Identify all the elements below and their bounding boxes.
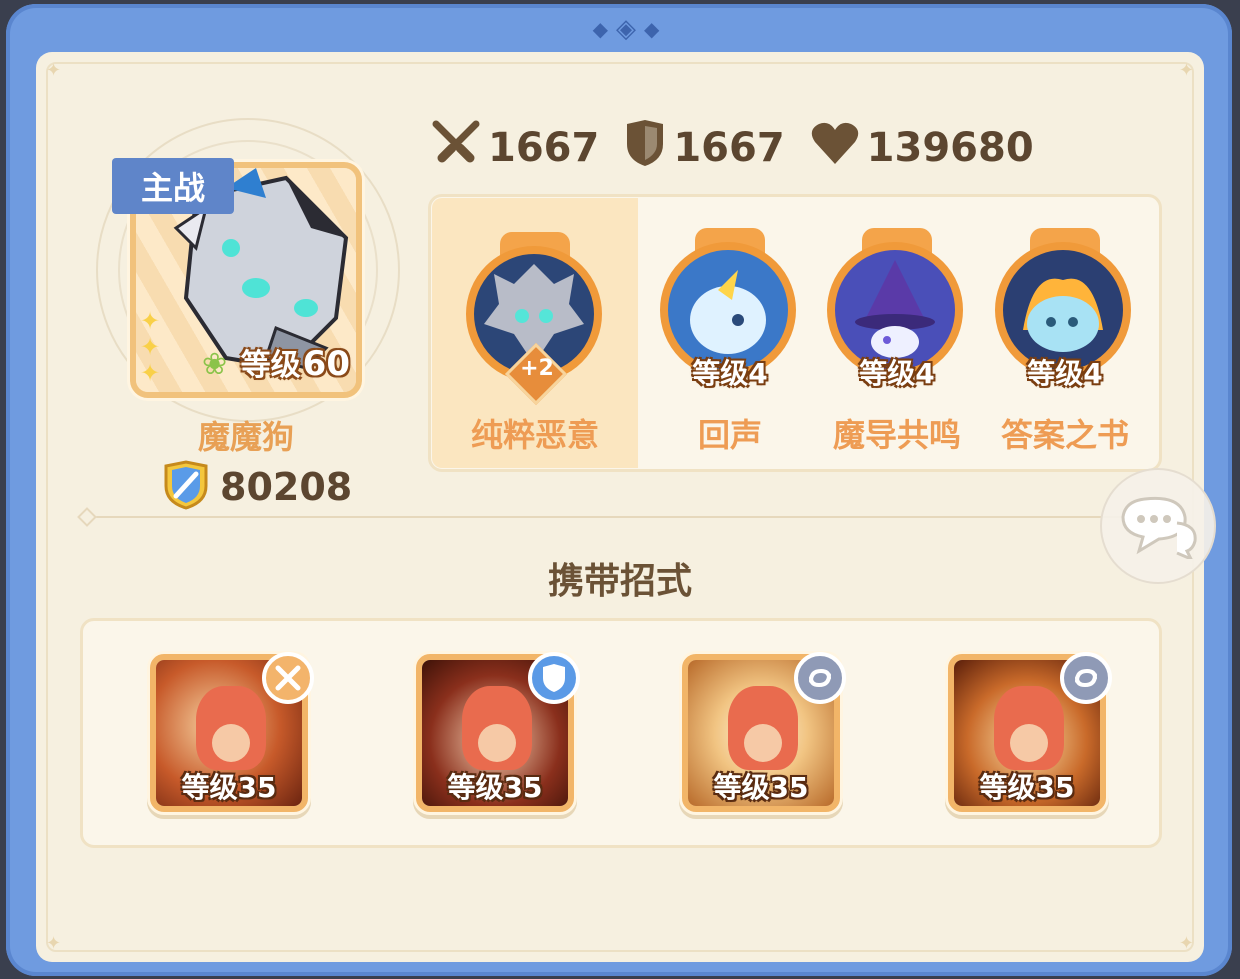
attack-stat: 1667 [430, 118, 599, 178]
frame-ornament: ◆ ◈ ◆ [592, 14, 660, 44]
hero-name: 魔魔狗 [197, 418, 294, 456]
swirl-icon [1060, 652, 1112, 704]
lotus-icon: ❀ [202, 347, 228, 382]
stats-row: 1667 1667 139680 [430, 118, 1034, 178]
power-row: 80208 [162, 460, 352, 514]
skill-upgrade-value: +2 [520, 356, 554, 381]
move-1-level: 等级35 [181, 771, 277, 804]
skill-2-level: 等级4 [692, 357, 768, 390]
swirl-icon [794, 652, 846, 704]
skill-3-level: 等级4 [859, 357, 935, 390]
section-title: 携带招式 [547, 561, 692, 602]
move-2-level: 等级35 [447, 771, 543, 804]
section-divider [86, 516, 1126, 518]
move-3-level: 等级35 [713, 771, 809, 804]
crossed-swords-icon [430, 118, 482, 178]
skill-1-name: 纯粹恶意 [470, 416, 599, 454]
hero-level: 等级 60 [240, 344, 350, 384]
skill-2-name: 回声 [697, 416, 762, 454]
hp-value: 139680 [866, 125, 1034, 171]
move-4-level: 等级35 [979, 771, 1075, 804]
defense-value: 1667 [673, 125, 785, 171]
attack-value: 1667 [488, 125, 600, 171]
hp-stat: 139680 [809, 120, 1034, 176]
skill-4-name: 答案之书 [1000, 416, 1129, 454]
main-battle-tag: 主战 [112, 158, 234, 214]
shield-icon [623, 118, 667, 178]
defense-stat: 1667 [623, 118, 785, 178]
star-rank-icon: ✦ ✦ ✦ [140, 307, 161, 387]
skill-4-level: 等级4 [1027, 357, 1103, 390]
sword-cross-icon [262, 652, 314, 704]
power-shield-icon [162, 460, 210, 514]
power-value: 80208 [220, 465, 353, 509]
heart-icon [809, 120, 861, 176]
shield-icon [528, 652, 580, 704]
skill-3-name: 魔导共鸣 [832, 416, 961, 454]
